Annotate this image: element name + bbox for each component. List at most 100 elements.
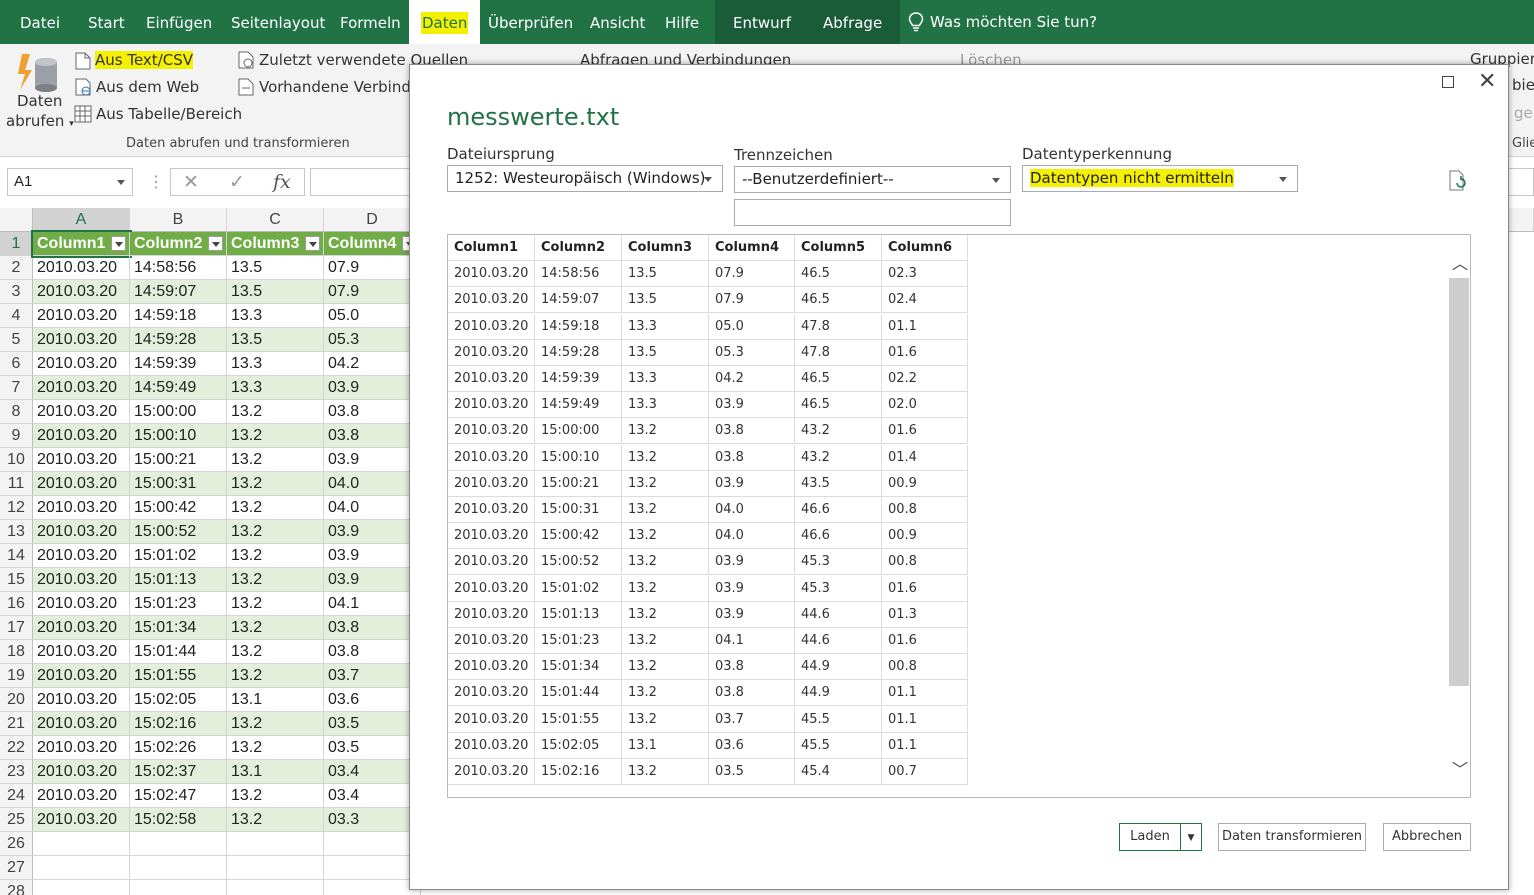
row-header[interactable]: 3 bbox=[0, 280, 33, 304]
table-cell[interactable]: 03.9 bbox=[324, 568, 421, 592]
table-cell[interactable] bbox=[227, 832, 324, 856]
row-header[interactable]: 20 bbox=[0, 688, 33, 712]
table-cell[interactable]: 2010.03.20 bbox=[33, 304, 130, 328]
table-cell[interactable]: 2010.03.20 bbox=[33, 448, 130, 472]
table-cell[interactable]: 2010.03.20 bbox=[33, 376, 130, 400]
table-cell[interactable]: 15:02:26 bbox=[130, 736, 227, 760]
table-cell[interactable]: 2010.03.20 bbox=[33, 400, 130, 424]
row-header[interactable]: 10 bbox=[0, 448, 33, 472]
table-cell[interactable]: 15:00:21 bbox=[130, 448, 227, 472]
table-cell[interactable]: 15:02:16 bbox=[130, 712, 227, 736]
tab-hilfe[interactable]: Hilfe bbox=[665, 0, 699, 44]
tell-me-box[interactable]: Was möchten Sie tun? bbox=[908, 0, 1097, 44]
row-header[interactable]: 2 bbox=[0, 256, 33, 280]
table-cell[interactable]: 13.1 bbox=[227, 688, 324, 712]
delimiter-select[interactable]: --Benutzerdefiniert-- bbox=[734, 166, 1011, 193]
table-cell[interactable]: 03.9 bbox=[324, 544, 421, 568]
table-cell[interactable] bbox=[33, 832, 130, 856]
row-header[interactable]: 11 bbox=[0, 472, 33, 496]
from-text-csv-button[interactable]: Aus Text/CSV bbox=[95, 51, 193, 69]
table-cell[interactable] bbox=[130, 832, 227, 856]
table-cell[interactable]: 13.3 bbox=[227, 352, 324, 376]
table-cell[interactable]: 2010.03.20 bbox=[33, 520, 130, 544]
row-header[interactable]: 1 bbox=[0, 232, 33, 256]
chevron-up-icon[interactable]: ︿ bbox=[1452, 250, 1468, 274]
tab-einfuegen[interactable]: Einfügen bbox=[146, 0, 212, 44]
table-cell[interactable]: 07.9 bbox=[324, 256, 421, 280]
table-cell[interactable]: 13.3 bbox=[227, 304, 324, 328]
row-header[interactable]: 9 bbox=[0, 424, 33, 448]
table-cell[interactable]: 15:01:02 bbox=[130, 544, 227, 568]
table-cell[interactable]: 03.4 bbox=[324, 760, 421, 784]
table-cell[interactable]: 13.2 bbox=[227, 568, 324, 592]
row-header[interactable]: 22 bbox=[0, 736, 33, 760]
table-cell[interactable]: 13.5 bbox=[227, 256, 324, 280]
table-cell[interactable]: 15:01:13 bbox=[130, 568, 227, 592]
type-detection-select[interactable]: Datentypen nicht ermitteln bbox=[1022, 165, 1298, 192]
tab-start[interactable]: Start bbox=[88, 0, 125, 44]
column-header[interactable]: A bbox=[33, 208, 130, 232]
table-cell[interactable]: 05.3 bbox=[324, 328, 421, 352]
row-header[interactable]: 4 bbox=[0, 304, 33, 328]
table-cell[interactable]: 2010.03.20 bbox=[33, 760, 130, 784]
table-cell[interactable] bbox=[324, 856, 421, 880]
table-cell[interactable]: 15:00:10 bbox=[130, 424, 227, 448]
table-cell[interactable]: 03.7 bbox=[324, 664, 421, 688]
transform-data-button[interactable]: Daten transformieren bbox=[1218, 823, 1366, 851]
table-cell[interactable]: 13.2 bbox=[227, 448, 324, 472]
name-box[interactable]: A1 bbox=[7, 168, 133, 196]
table-cell[interactable]: 15:02:37 bbox=[130, 760, 227, 784]
row-header[interactable]: 8 bbox=[0, 400, 33, 424]
table-cell[interactable] bbox=[130, 880, 227, 895]
filter-dropdown-icon[interactable] bbox=[111, 236, 126, 251]
chevron-down-icon[interactable]: ﹀ bbox=[1452, 756, 1468, 780]
table-cell[interactable]: 04.0 bbox=[324, 496, 421, 520]
table-cell[interactable]: 15:02:47 bbox=[130, 784, 227, 808]
insert-function-icon[interactable]: fx bbox=[273, 171, 291, 193]
table-cell[interactable]: 2010.03.20 bbox=[33, 688, 130, 712]
table-cell[interactable]: 03.6 bbox=[324, 688, 421, 712]
column-header[interactable]: D bbox=[324, 208, 421, 232]
close-icon[interactable]: ✕ bbox=[1478, 69, 1496, 93]
load-button[interactable]: Laden bbox=[1119, 823, 1181, 851]
ungroup-button-partial[interactable]: bieru bbox=[1512, 76, 1534, 94]
load-options-button[interactable]: ▼ bbox=[1180, 823, 1202, 851]
filter-dropdown-icon[interactable] bbox=[305, 236, 320, 251]
table-cell[interactable]: 04.2 bbox=[324, 352, 421, 376]
table-cell[interactable]: 03.4 bbox=[324, 784, 421, 808]
filter-dropdown-icon[interactable] bbox=[208, 236, 223, 251]
table-cell[interactable]: 13.2 bbox=[227, 616, 324, 640]
file-origin-select[interactable]: 1252: Westeuropäisch (Windows) bbox=[447, 165, 723, 192]
table-cell[interactable]: 13.2 bbox=[227, 640, 324, 664]
table-cell[interactable]: 2010.03.20 bbox=[33, 256, 130, 280]
table-cell[interactable]: 05.0 bbox=[324, 304, 421, 328]
cancel-icon[interactable]: ✕ bbox=[183, 171, 199, 194]
table-header-cell[interactable]: Column4 bbox=[324, 232, 421, 256]
table-cell[interactable] bbox=[227, 880, 324, 895]
scrollbar-thumb[interactable] bbox=[1449, 278, 1469, 686]
table-cell[interactable]: 15:00:00 bbox=[130, 400, 227, 424]
table-cell[interactable]: 14:59:07 bbox=[130, 280, 227, 304]
row-header[interactable]: 14 bbox=[0, 544, 33, 568]
table-cell[interactable]: 2010.03.20 bbox=[33, 808, 130, 832]
table-cell[interactable]: 2010.03.20 bbox=[33, 640, 130, 664]
table-cell[interactable]: 2010.03.20 bbox=[33, 664, 130, 688]
table-header-cell[interactable]: Column2 bbox=[130, 232, 227, 256]
row-header[interactable]: 17 bbox=[0, 616, 33, 640]
table-cell[interactable]: 2010.03.20 bbox=[33, 712, 130, 736]
table-header-cell[interactable]: Column1 bbox=[31, 230, 132, 258]
table-cell[interactable]: 13.5 bbox=[227, 280, 324, 304]
table-cell[interactable]: 03.5 bbox=[324, 736, 421, 760]
row-header[interactable]: 15 bbox=[0, 568, 33, 592]
maximize-icon[interactable] bbox=[1442, 76, 1454, 88]
table-cell[interactable]: 13.2 bbox=[227, 544, 324, 568]
table-cell[interactable]: 13.2 bbox=[227, 784, 324, 808]
from-table-button[interactable]: Aus Tabelle/Bereich bbox=[96, 105, 242, 123]
preview-scrollbar[interactable]: ︿ ﹀ bbox=[1449, 236, 1470, 796]
table-cell[interactable]: 15:00:31 bbox=[130, 472, 227, 496]
table-cell[interactable]: 03.9 bbox=[324, 448, 421, 472]
table-cell[interactable]: 2010.03.20 bbox=[33, 544, 130, 568]
column-header[interactable]: B bbox=[130, 208, 227, 232]
existing-connections-button[interactable]: Vorhandene Verbindun bbox=[259, 78, 430, 96]
table-cell[interactable]: 14:58:56 bbox=[130, 256, 227, 280]
